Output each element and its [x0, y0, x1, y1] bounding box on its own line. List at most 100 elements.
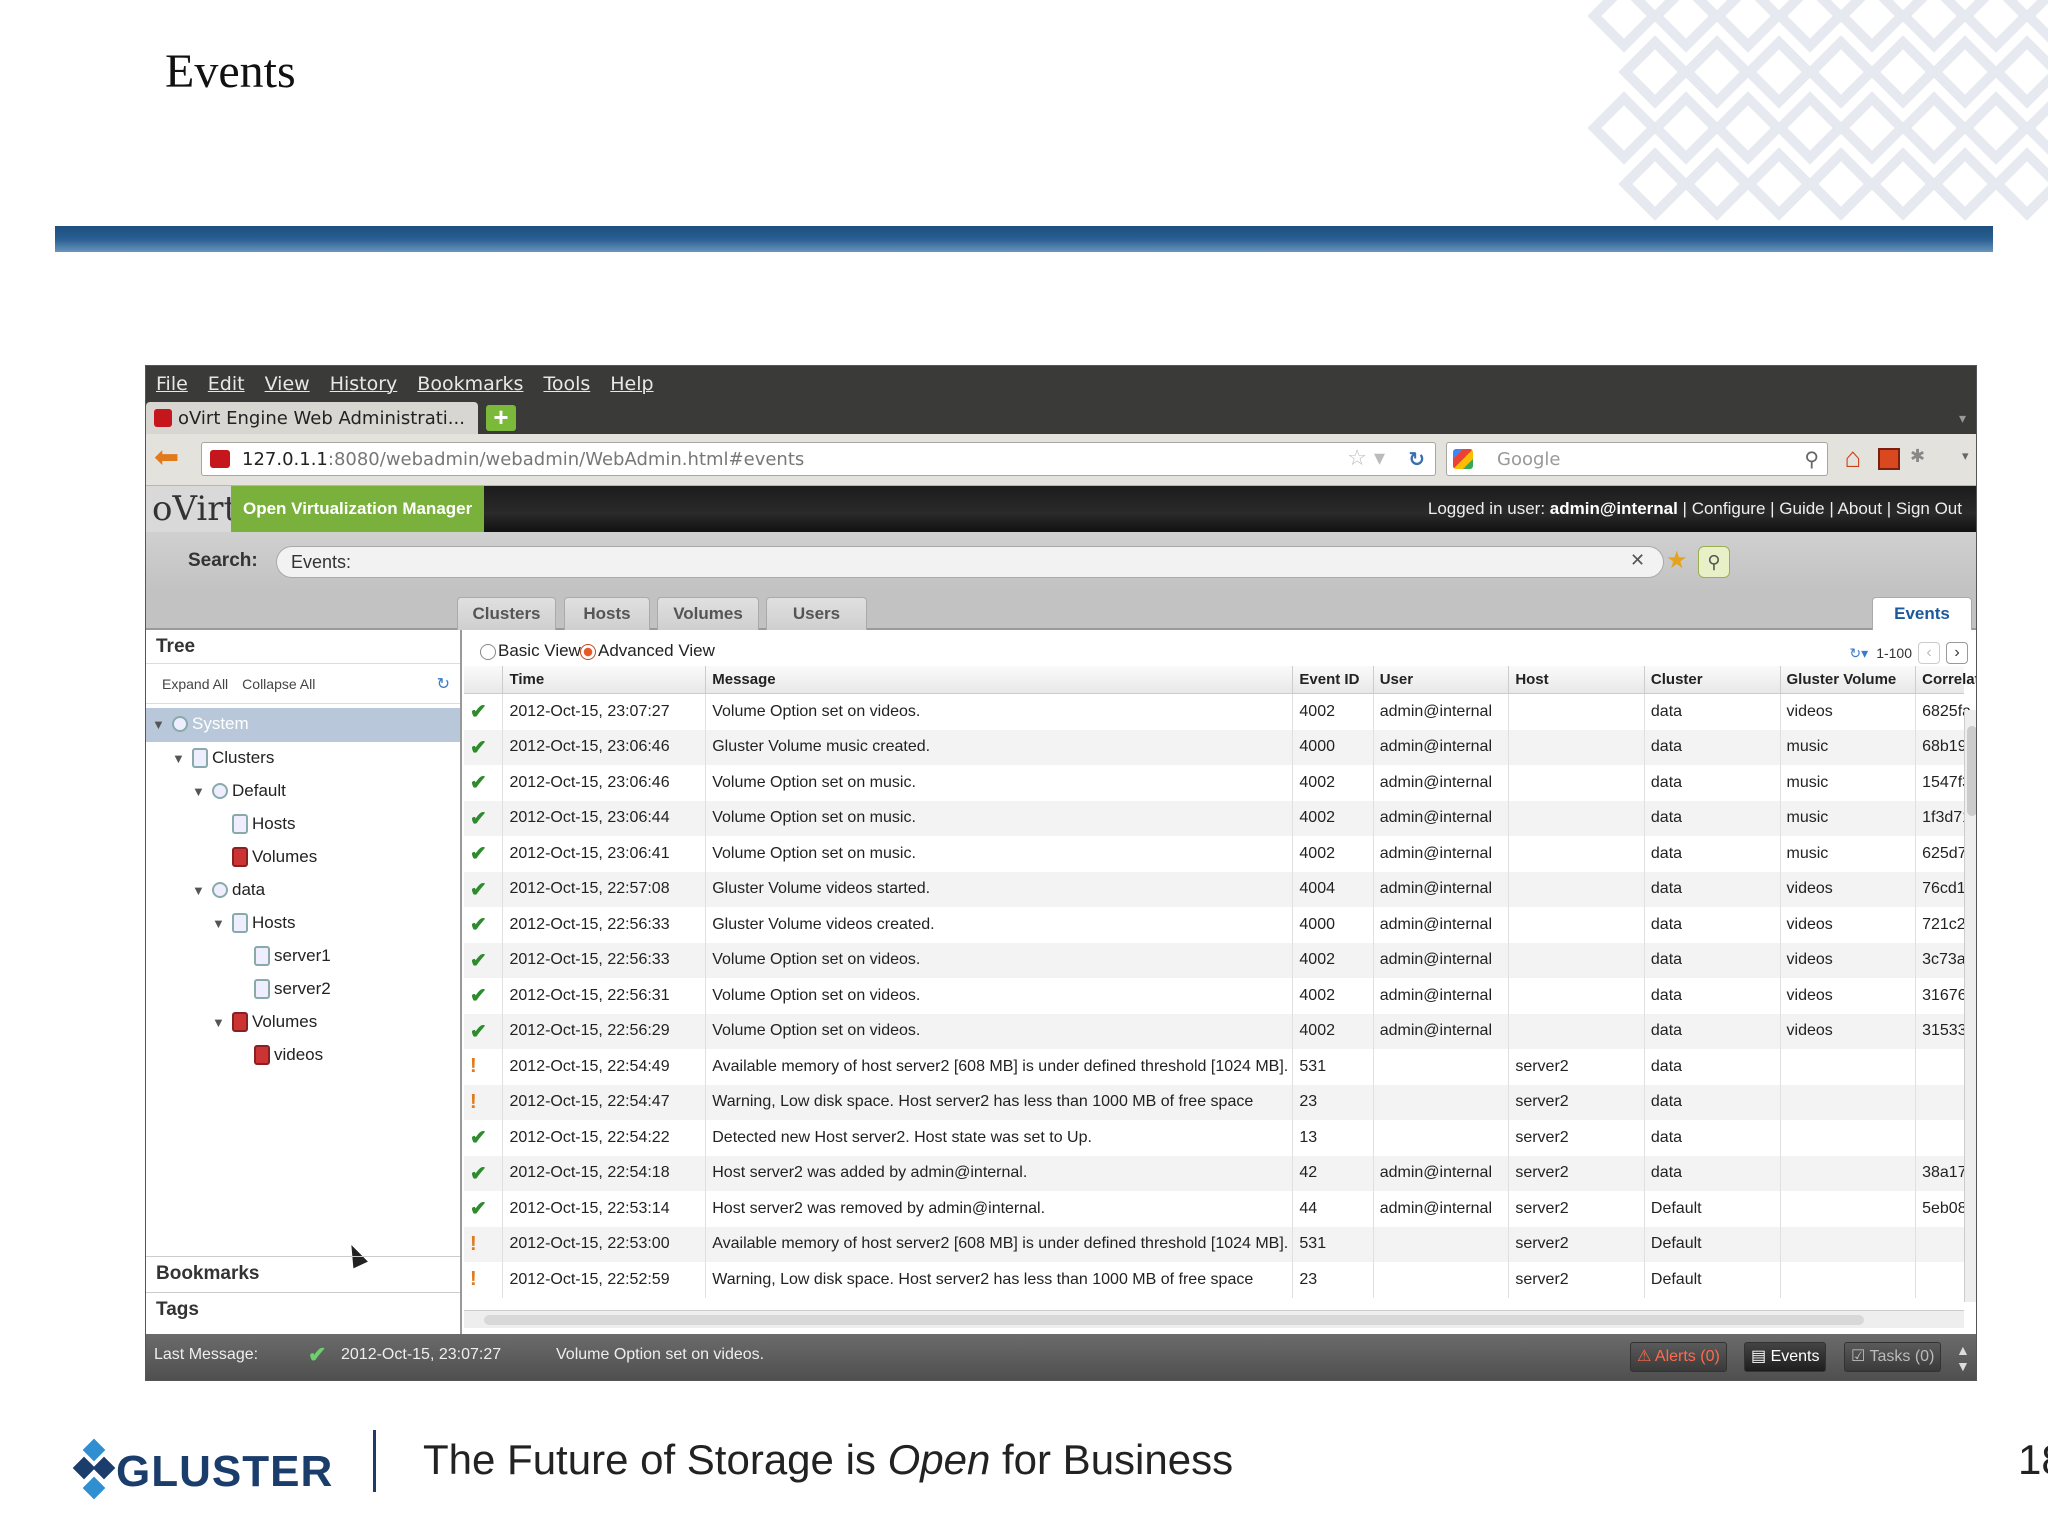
- tree-node-videos[interactable]: videos: [234, 1039, 323, 1071]
- table-row[interactable]: ✔ 2012-Oct-15, 22:53:14 Host server2 was r…: [464, 1191, 1976, 1227]
- expand-triangle-icon[interactable]: ▼: [212, 1015, 232, 1030]
- basic-view-label[interactable]: Basic View: [498, 641, 581, 661]
- tree-node-server1[interactable]: server1: [234, 940, 331, 972]
- tree-node-server2[interactable]: server2: [234, 973, 331, 1005]
- url-bar[interactable]: 127.0.1.1:8080/webadmin/webadmin/WebAdmi…: [201, 442, 1436, 476]
- column-header[interactable]: Event ID: [1293, 666, 1374, 693]
- cell-user: [1374, 1262, 1510, 1298]
- table-row[interactable]: ✔ 2012-Oct-15, 22:56:33 Volume Option set …: [464, 942, 1975, 978]
- vertical-scroll-thumb[interactable]: [1967, 726, 1976, 816]
- basic-view-radio[interactable]: [480, 644, 496, 660]
- column-header[interactable]: Message: [706, 666, 1294, 693]
- menu-item[interactable]: Edit: [208, 373, 245, 395]
- menu-item[interactable]: Help: [610, 373, 653, 395]
- tab-volumes[interactable]: Volumes: [657, 597, 759, 630]
- column-header[interactable]: Cluster: [1645, 666, 1781, 693]
- table-row[interactable]: ! 2012-Oct-15, 22:52:59 Warning, Low disk …: [464, 1262, 1964, 1298]
- table-row[interactable]: ! 2012-Oct-15, 22:54:49 Available memory o…: [464, 1049, 1964, 1085]
- table-row[interactable]: ! 2012-Oct-15, 22:53:00 Available memory o…: [464, 1226, 1964, 1262]
- cell-cluster: data: [1645, 1084, 1781, 1120]
- tasks-button[interactable]: ☑ Tasks (0): [1844, 1342, 1942, 1372]
- table-row[interactable]: ✔ 2012-Oct-15, 23:07:27 Volume Option set …: [464, 694, 1971, 730]
- horizontal-scrollbar[interactable]: [464, 1310, 1964, 1328]
- tab-list-icon[interactable]: ▾: [1959, 410, 1966, 427]
- advanced-view-label[interactable]: Advanced View: [598, 641, 715, 661]
- expand-triangle-icon[interactable]: ▼: [212, 916, 232, 931]
- home-icon[interactable]: ⌂: [1836, 442, 1870, 476]
- table-row[interactable]: ✔ 2012-Oct-15, 22:54:22 Detected new Host …: [464, 1120, 1964, 1156]
- cell-host: server2: [1509, 1084, 1645, 1120]
- advanced-view-radio[interactable]: [580, 644, 596, 660]
- header-links[interactable]: | Configure | Guide | About | Sign Out: [1678, 499, 1962, 518]
- expand-footer-icon[interactable]: ▲ ▼: [1956, 1342, 1970, 1374]
- tab-hosts[interactable]: Hosts: [564, 597, 650, 630]
- prev-page-icon[interactable]: ‹: [1918, 642, 1940, 664]
- next-page-icon[interactable]: ›: [1946, 642, 1968, 664]
- check-icon: ✔: [470, 1162, 487, 1185]
- table-row[interactable]: ✔ 2012-Oct-15, 23:06:46 Volume Option set …: [464, 765, 1971, 801]
- refresh-icon[interactable]: ↻: [437, 674, 450, 694]
- column-header[interactable]: User: [1374, 666, 1510, 693]
- browser-tab[interactable]: oVirt Engine Web Administrati...: [146, 402, 478, 434]
- table-row[interactable]: ✔ 2012-Oct-15, 22:54:18 Host server2 was a…: [464, 1155, 1976, 1191]
- expand-triangle-icon[interactable]: ▼: [152, 717, 172, 732]
- events-button[interactable]: ▤ Events: [1744, 1342, 1827, 1372]
- tree-node-system[interactable]: ▼ System: [152, 708, 249, 740]
- horizontal-scroll-thumb[interactable]: [484, 1315, 1864, 1325]
- expand-triangle-icon[interactable]: ▼: [192, 784, 212, 799]
- reload-icon[interactable]: ↻: [1408, 447, 1425, 471]
- tree-node-data[interactable]: ▼ data: [192, 874, 265, 906]
- expand-triangle-icon[interactable]: ▼: [192, 883, 212, 898]
- cell-id: 4002: [1293, 765, 1374, 801]
- table-row[interactable]: ✔ 2012-Oct-15, 22:56:33 Gluster Volume vid…: [464, 907, 1975, 943]
- search-go-button[interactable]: ⚲: [1698, 546, 1730, 578]
- table-row[interactable]: ! 2012-Oct-15, 22:54:47 Warning, Low disk …: [464, 1084, 1964, 1120]
- tree-node-default[interactable]: ▼ Default: [192, 775, 286, 807]
- menu-item[interactable]: View: [265, 373, 310, 395]
- menu-item[interactable]: File: [156, 373, 188, 395]
- cell-msg: Volume Option set on music.: [706, 836, 1294, 872]
- bookmark-star-icon[interactable]: ☆ ▾: [1347, 446, 1385, 471]
- tab-users[interactable]: Users: [766, 597, 867, 630]
- table-row[interactable]: ✔ 2012-Oct-15, 23:06:46 Gluster Volume mus…: [464, 729, 1976, 765]
- tree-node-clusters[interactable]: ▼ Clusters: [172, 742, 274, 774]
- back-arrow-icon[interactable]: ⬅: [154, 443, 184, 474]
- menu-item[interactable]: History: [330, 373, 398, 395]
- alerts-button[interactable]: ⚠ Alerts (0): [1630, 1342, 1727, 1372]
- overflow-chevron-icon[interactable]: ▾: [1962, 448, 1969, 464]
- new-tab-button[interactable]: +: [486, 404, 516, 431]
- table-row[interactable]: ✔ 2012-Oct-15, 23:06:44 Volume Option set …: [464, 800, 1971, 836]
- addon-icon[interactable]: [1878, 448, 1900, 470]
- vertical-scrollbar[interactable]: [1964, 710, 1976, 1302]
- tab-events[interactable]: Events: [1872, 597, 1972, 630]
- column-header[interactable]: [464, 666, 504, 693]
- table-row[interactable]: ✔ 2012-Oct-15, 23:06:41 Volume Option set …: [464, 836, 1976, 872]
- clear-search-icon[interactable]: ✕: [1630, 550, 1645, 571]
- tags-panel-header[interactable]: Tags: [146, 1292, 460, 1326]
- grid-refresh-icon[interactable]: ↻▾: [1849, 645, 1868, 662]
- tree-node-volumes[interactable]: ▼ Volumes: [212, 1006, 317, 1038]
- tree-node-volumes[interactable]: Volumes: [212, 841, 317, 873]
- table-row[interactable]: ✔ 2012-Oct-15, 22:57:08 Gluster Volume vid…: [464, 871, 1973, 907]
- plugin-icon[interactable]: ✱: [1910, 446, 1925, 467]
- expand-all-link[interactable]: Expand All: [162, 676, 228, 692]
- column-header[interactable]: Time: [503, 666, 707, 693]
- table-row[interactable]: ✔ 2012-Oct-15, 22:56:31 Volume Option set …: [464, 978, 1976, 1014]
- column-header[interactable]: Host: [1509, 666, 1645, 693]
- web-search-input[interactable]: Google ⚲: [1446, 442, 1828, 476]
- menu-item[interactable]: Bookmarks: [417, 373, 523, 395]
- bookmark-search-icon[interactable]: ★: [1666, 546, 1688, 575]
- search-input[interactable]: Events:: [276, 546, 1664, 578]
- tab-clusters[interactable]: Clusters: [457, 597, 556, 630]
- magnifier-icon[interactable]: ⚲: [1804, 447, 1819, 471]
- table-row[interactable]: ✔ 2012-Oct-15, 22:56:29 Volume Option set …: [464, 1013, 1975, 1049]
- menu-item[interactable]: Tools: [543, 373, 590, 395]
- expand-triangle-icon[interactable]: ▼: [172, 751, 192, 766]
- bookmarks-panel-header[interactable]: Bookmarks: [146, 1256, 460, 1290]
- column-header[interactable]: Correlatio: [1916, 666, 1976, 693]
- tree-node-hosts[interactable]: ▼ Hosts: [212, 907, 295, 939]
- tree-node-hosts[interactable]: Hosts: [212, 808, 295, 840]
- collapse-all-link[interactable]: Collapse All: [242, 676, 315, 692]
- user-bar: Logged in user: admin@internal | Configu…: [1428, 486, 1962, 532]
- column-header[interactable]: Gluster Volume: [1781, 666, 1917, 693]
